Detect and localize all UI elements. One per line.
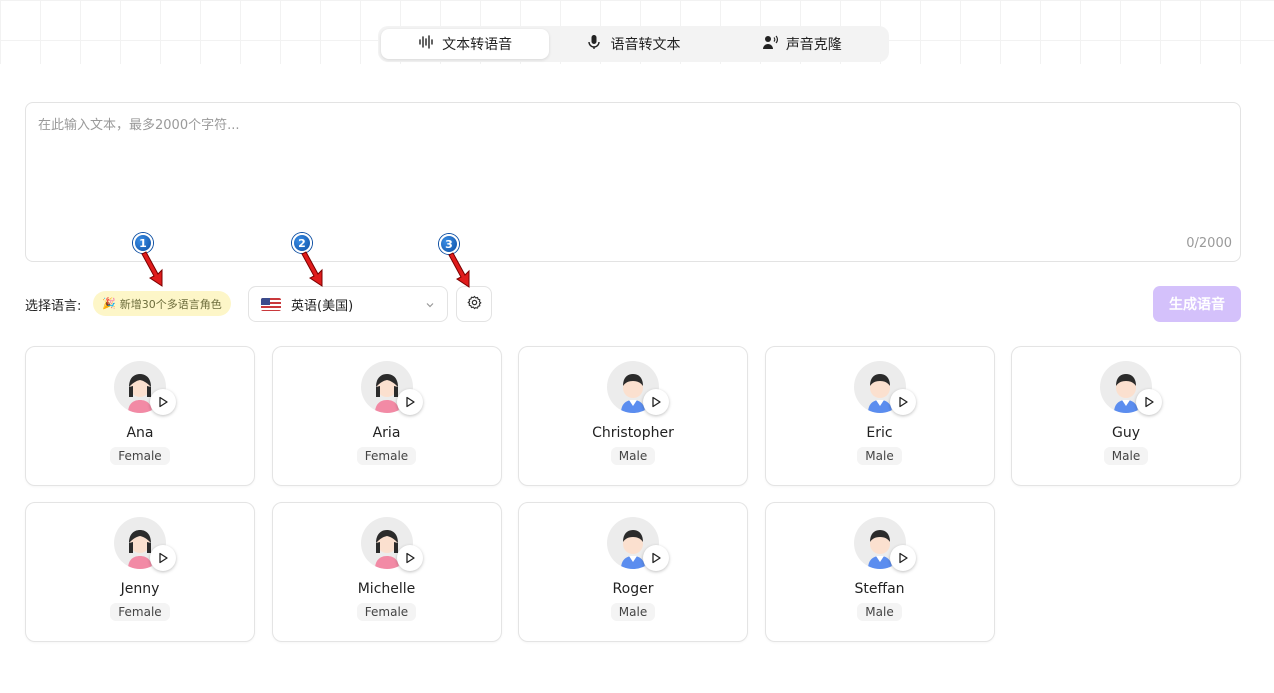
tab-voice-clone[interactable]: 声音克隆 (718, 29, 886, 59)
voice-name: Jenny (120, 581, 160, 597)
play-icon[interactable] (396, 545, 423, 571)
annotation-arrow-1 (141, 251, 163, 287)
gender-tag: Female (356, 603, 417, 621)
voice-card[interactable]: Steffan Male (764, 502, 995, 642)
voice-card[interactable]: Guy Male (1011, 346, 1241, 486)
party-popper-icon: 🎉 (102, 297, 116, 310)
voice-card-grid: Ana Female Aria Female Christopher Male (25, 346, 1241, 642)
tab-label: 文本转语音 (442, 37, 513, 53)
voice-clone-icon (762, 34, 778, 54)
play-icon[interactable] (889, 545, 916, 571)
play-icon[interactable] (1136, 389, 1162, 415)
voice-name: Steffan (854, 581, 905, 597)
voice-card[interactable]: Ana Female (25, 346, 255, 486)
gender-tag: Male (610, 447, 656, 465)
voice-name: Eric (866, 425, 893, 441)
play-icon[interactable] (643, 545, 669, 571)
gender-tag: Male (857, 447, 902, 465)
play-icon[interactable] (396, 389, 423, 415)
char-counter: 0/2000 (1186, 236, 1232, 251)
voice-name: Guy (1111, 425, 1140, 441)
voice-name: Roger (612, 581, 654, 597)
gender-tag: Male (857, 603, 902, 621)
tab-label: 声音克隆 (785, 37, 842, 53)
microphone-icon (586, 34, 602, 54)
annotation-arrow-2 (301, 251, 323, 287)
chevron-down-icon (425, 295, 435, 314)
voice-card[interactable]: Christopher Male (518, 346, 748, 486)
language-label: 选择语言: (25, 299, 82, 314)
promo-badge[interactable]: 🎉 新增30个多语言角色 (93, 291, 231, 316)
tab-label: 语音转文本 (610, 37, 681, 53)
voice-name: Aria (372, 425, 401, 441)
gender-tag: Female (110, 603, 170, 621)
text-input[interactable] (26, 103, 1240, 261)
language-select-value: 英语(美国) (291, 298, 354, 314)
voice-card[interactable]: Michelle Female (271, 502, 502, 642)
play-icon[interactable] (150, 545, 176, 571)
gender-tag: Male (610, 603, 656, 621)
mode-tabs: 文本转语音 语音转文本 声音克隆 (378, 26, 889, 62)
voice-card[interactable]: Roger Male (518, 502, 748, 642)
tab-speech-to-text[interactable]: 语音转文本 (549, 29, 717, 59)
voice-name: Ana (126, 425, 154, 441)
settings-button[interactable] (456, 286, 492, 322)
play-icon[interactable] (643, 389, 669, 415)
play-icon[interactable] (150, 389, 176, 415)
voice-card[interactable]: Aria Female (271, 346, 502, 486)
language-select[interactable]: 英语(美国) (248, 286, 448, 322)
us-flag-icon (261, 297, 281, 311)
promo-badge-label: 新增30个多语言角色 (119, 297, 222, 311)
play-icon[interactable] (889, 389, 916, 415)
gender-tag: Female (356, 447, 417, 465)
generate-speech-button[interactable]: 生成语音 (1153, 286, 1241, 322)
gender-tag: Female (110, 447, 170, 465)
voice-card[interactable]: Jenny Female (25, 502, 255, 642)
text-input-box: 0/2000 (25, 102, 1241, 262)
gender-tag: Male (1103, 447, 1149, 465)
voice-card[interactable]: Eric Male (764, 346, 995, 486)
annotation-arrow-3 (448, 252, 470, 288)
gear-icon (467, 295, 482, 314)
voice-name: Michelle (357, 581, 416, 597)
waveform-icon (418, 34, 434, 54)
tab-text-to-speech[interactable]: 文本转语音 (381, 29, 550, 59)
voice-name: Christopher (592, 425, 674, 441)
